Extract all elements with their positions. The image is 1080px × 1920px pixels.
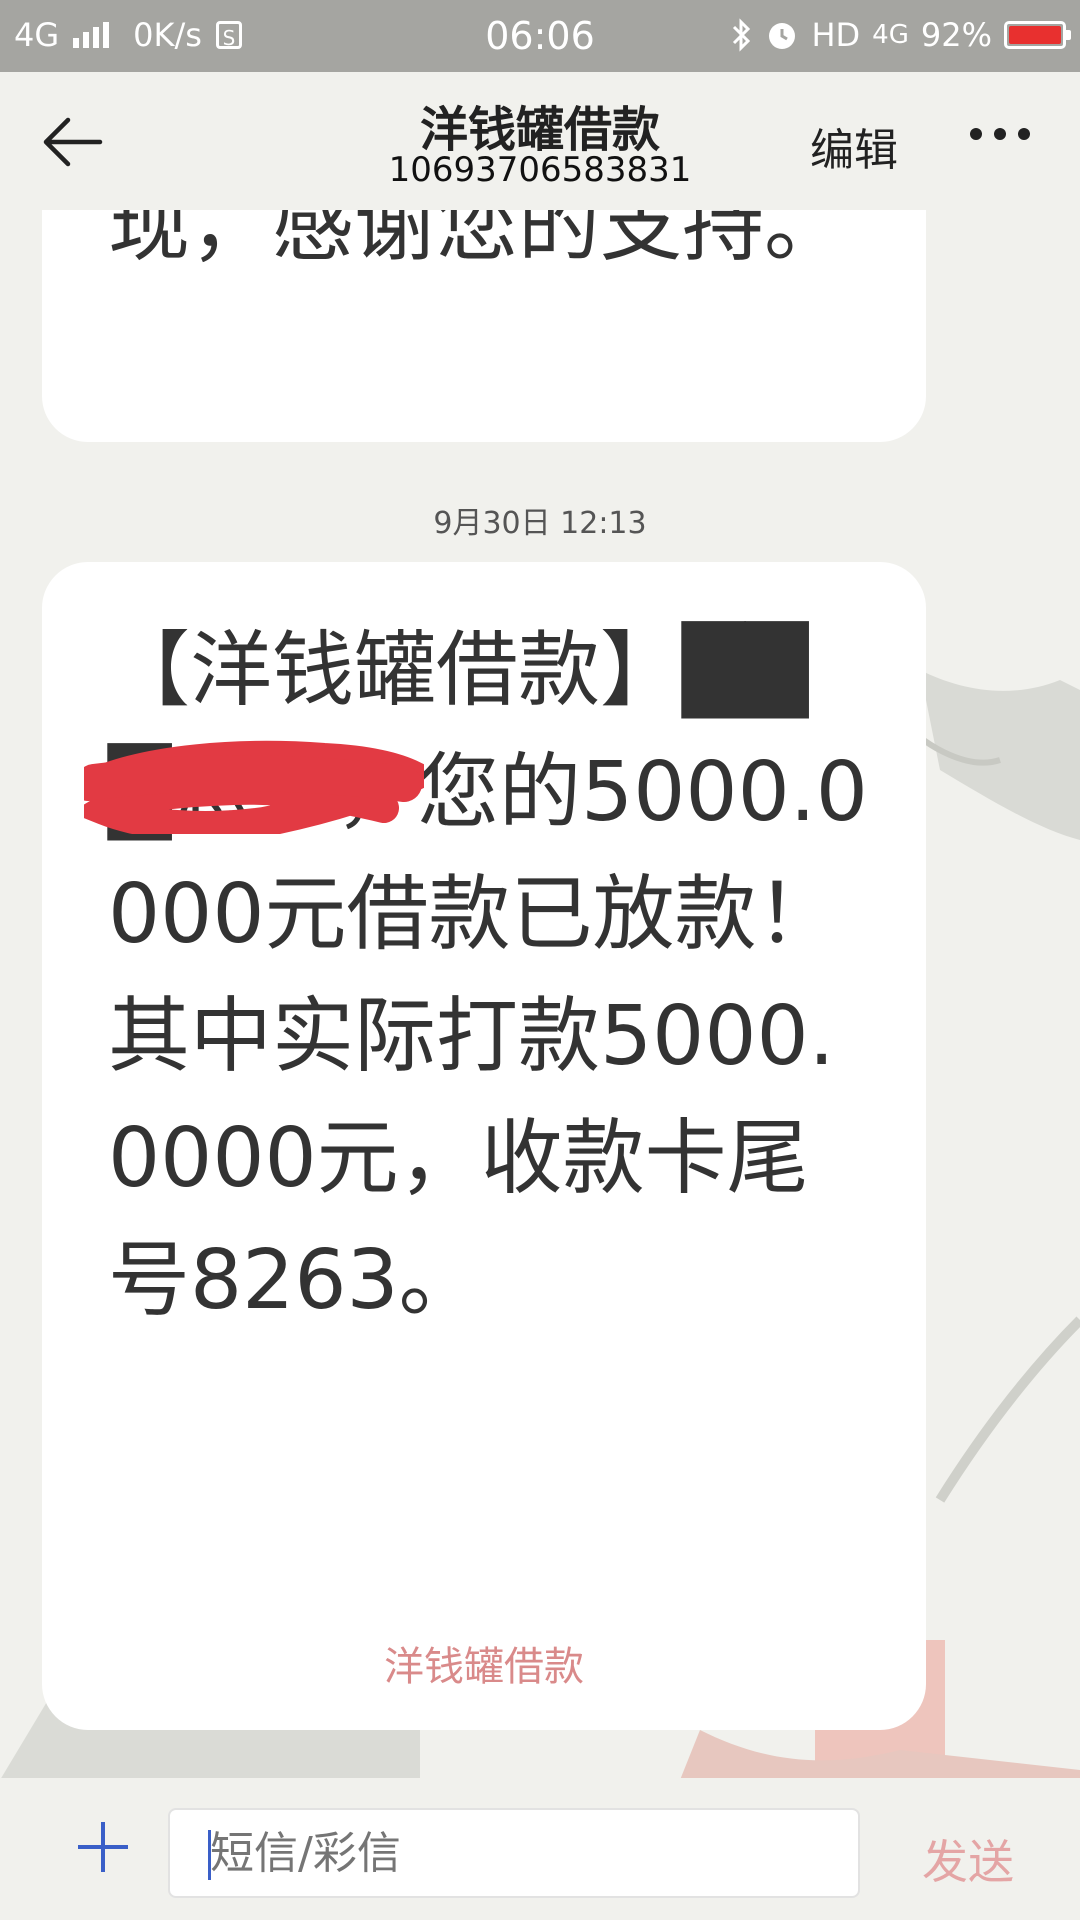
- send-button[interactable]: 发送: [922, 1826, 1014, 1892]
- network-type-2: 4G: [872, 20, 909, 50]
- hd-label: HD: [811, 16, 861, 54]
- battery-percent: 92%: [920, 16, 992, 54]
- compose-bar: 发送: [0, 1778, 1080, 1920]
- status-bar: 4G 0K/s S 06:06 HD 4G 92%: [0, 0, 1080, 72]
- add-attachment-icon[interactable]: [78, 1822, 128, 1872]
- message-text: 【洋钱罐借款】███您好，您的5000.0000元借款已放款！其中实际打款500…: [108, 623, 868, 1328]
- more-options-icon[interactable]: [970, 128, 1030, 140]
- bluetooth-icon: [733, 18, 751, 52]
- message-signature: 洋钱罐借款: [384, 1644, 584, 1690]
- message-input[interactable]: [168, 1808, 860, 1898]
- message-bubble[interactable]: 【洋钱罐借款】███您好，您的5000.0000元借款已放款！其中实际打款500…: [42, 562, 926, 1730]
- message-timestamp: 9月30日 12:13: [433, 506, 647, 541]
- contact-number: 10693706583831: [388, 150, 692, 190]
- message-bubble-previous[interactable]: 现，感谢您的支持。: [42, 210, 926, 442]
- edit-button[interactable]: 编辑: [810, 114, 898, 178]
- alarm-icon: [769, 23, 796, 49]
- battery-icon: [1004, 21, 1071, 49]
- conversation-header: 洋钱罐借款 10693706583831 编辑: [0, 72, 1080, 210]
- text-cursor: [208, 1830, 211, 1880]
- message-text: 现，感谢您的支持。: [108, 210, 847, 273]
